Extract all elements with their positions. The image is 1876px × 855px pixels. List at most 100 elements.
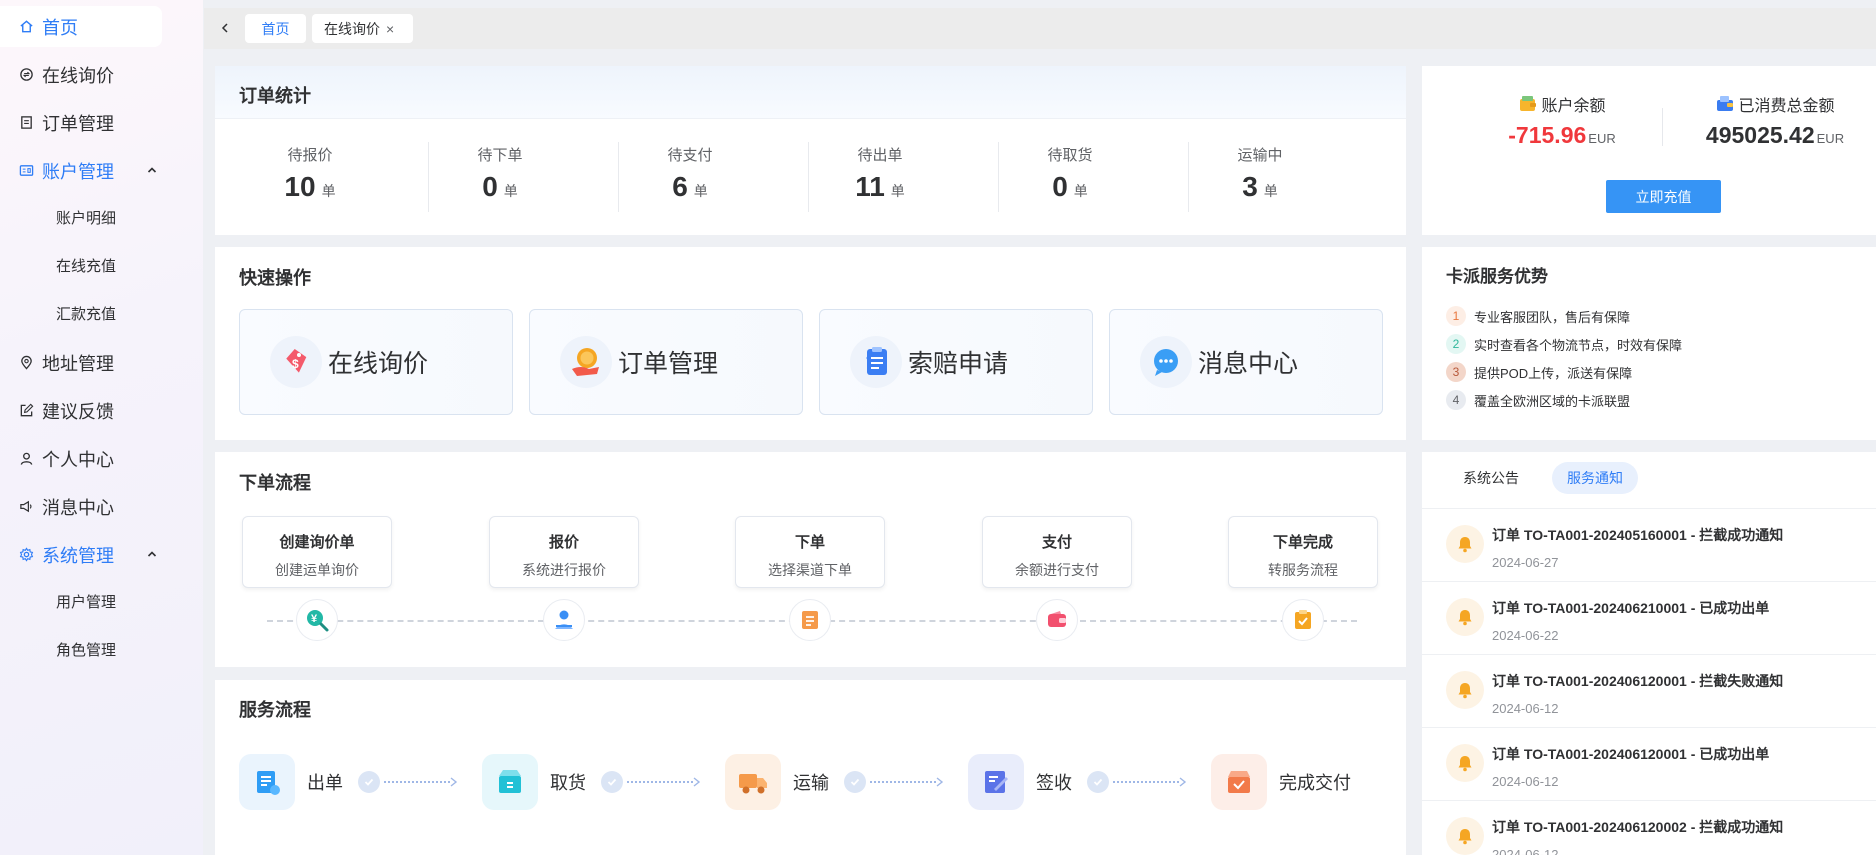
sidebar-item-personal-center[interactable]: 个人中心: [0, 438, 162, 479]
account-balance: 账户余额 -715.96 EUR: [1492, 92, 1632, 149]
quick-action-label: 索赔申请: [908, 350, 1009, 378]
notice-title: 订单 TO-TA001-202405160001 - 拦截成功通知: [1492, 527, 1784, 543]
order-stats-card: 订单统计 待报价 10 单 待下单 0单 待支付 6单 待出单 11 单 待取货 0…: [215, 66, 1406, 235]
bell-icon: [1446, 525, 1484, 563]
quick-action-label: 订单管理: [618, 350, 719, 378]
chat-bubble-icon: [1140, 336, 1192, 388]
benefit-item: 4 覆盖全欧洲区域的卡派联盟: [1446, 390, 1630, 410]
edit-icon: [18, 403, 34, 419]
stat-pending-payment[interactable]: 待支付 6单: [595, 144, 785, 203]
sidebar-item-label: 消息中心: [42, 497, 114, 518]
flow-step-subtitle: 创建运单询价: [275, 562, 359, 578]
notice-item[interactable]: 订单 TO-TA001-202406120001 - 拦截失败通知 2024-0…: [1422, 655, 1876, 728]
sidebar-item-system-management[interactable]: 系统管理: [0, 534, 162, 575]
sidebar-item-address-management[interactable]: 地址管理: [0, 342, 162, 383]
flow-step-payment: 支付 余额进行支付: [982, 516, 1132, 588]
service-benefits-card: 卡派服务优势 1 专业客服团队，售后有保障 2 实时查看各个物流节点，时效有保障…: [1422, 247, 1876, 440]
chevron-left-icon: [221, 23, 228, 33]
balance-value: -715.96: [1508, 122, 1587, 148]
check-icon: [601, 771, 623, 793]
back-button[interactable]: [216, 19, 234, 37]
tab-system-announcement[interactable]: 系统公告: [1446, 462, 1536, 494]
spent-label: 已消费总金额: [1738, 98, 1835, 115]
sidebar-item-order-management[interactable]: 订单管理: [0, 102, 162, 143]
flow-step-create-inquiry: 创建询价单 创建运单询价: [242, 516, 392, 588]
flow-step-place-order: 下单 选择渠道下单: [735, 516, 885, 588]
stat-pending-order[interactable]: 待下单 0单: [405, 144, 595, 203]
notice-item[interactable]: 订单 TO-TA001-202406210001 - 已成功出单 2024-06…: [1422, 582, 1876, 655]
quick-action-online-inquiry[interactable]: $ 在线询价: [239, 309, 513, 415]
flow-step-title: 支付: [1041, 534, 1072, 551]
stat-label: 待报价: [287, 147, 333, 164]
stat-in-transit[interactable]: 运输中 3单: [1165, 144, 1355, 203]
close-icon[interactable]: ×: [386, 21, 394, 37]
notice-date: 2024-06-12: [1492, 774, 1559, 789]
sidebar-item-account-management[interactable]: 账户管理: [0, 150, 162, 191]
divider: [1662, 108, 1663, 146]
quick-action-claim-application[interactable]: 索赔申请: [819, 309, 1093, 415]
stat-pending-pickup[interactable]: 待取货 0单: [975, 144, 1165, 203]
stat-unit: 单: [321, 183, 336, 199]
sidebar-item-message-center[interactable]: 消息中心: [0, 486, 162, 527]
sidebar-item-home[interactable]: 首页: [0, 6, 162, 47]
service-benefits-title: 卡派服务优势: [1446, 267, 1548, 286]
flow-step-subtitle: 转服务流程: [1268, 562, 1338, 578]
service-step-label: 运输: [793, 773, 829, 793]
notice-item[interactable]: 订单 TO-TA001-202405160001 - 拦截成功通知 2024-0…: [1422, 509, 1876, 582]
order-stats-title: 订单统计: [239, 86, 311, 106]
notice-title: 订单 TO-TA001-202406120001 - 拦截失败通知: [1492, 673, 1784, 689]
notice-card: 系统公告 服务通知 订单 TO-TA001-202405160001 - 拦截成…: [1422, 452, 1876, 855]
stat-pending-issue[interactable]: 待出单 11 单: [785, 144, 975, 203]
coin-hand-icon: [560, 336, 612, 388]
service-arrow: [358, 771, 458, 793]
sidebar-subitem-online-recharge[interactable]: 在线充值: [56, 255, 116, 279]
benefit-number: 2: [1446, 334, 1466, 354]
notice-item[interactable]: 订单 TO-TA001-202406120001 - 已成功出单 2024-06…: [1422, 728, 1876, 801]
gear-icon: [18, 547, 34, 563]
stat-value: 10: [284, 171, 316, 202]
checked-clipboard-icon: [1282, 599, 1324, 641]
bell-icon: [1446, 817, 1484, 855]
currency-exchange-icon: [18, 67, 34, 83]
sidebar-subitem-remittance-recharge[interactable]: 汇款充值: [56, 303, 116, 327]
quick-action-order-management[interactable]: 订单管理: [529, 309, 803, 415]
megaphone-icon: [18, 499, 34, 515]
stat-value: 11: [855, 171, 885, 202]
location-pin-icon: [18, 355, 34, 371]
notice-item[interactable]: 订单 TO-TA001-202406120002 - 拦截成功通知 2024-0…: [1422, 801, 1876, 855]
spent-currency: EUR: [1816, 131, 1845, 146]
tab-service-notice[interactable]: 服务通知: [1552, 462, 1638, 494]
quick-action-message-center[interactable]: 消息中心: [1109, 309, 1383, 415]
benefit-text: 实时查看各个物流节点，时效有保障: [1474, 337, 1683, 353]
benefit-item: 2 实时查看各个物流节点，时效有保障: [1446, 334, 1682, 354]
stat-pending-quote[interactable]: 待报价 10 单: [215, 144, 405, 203]
stat-unit: 单: [890, 183, 905, 199]
service-step-transport: 运输: [725, 754, 829, 810]
check-icon: [1087, 771, 1109, 793]
stat-value: 3: [1242, 171, 1258, 202]
sidebar: 首页 在线询价 订单管理 账户管理 账户明细 在线充值 汇款充值 地址管理 建议…: [0, 0, 203, 855]
quick-actions-card: 快速操作 $ 在线询价 订单管理 索赔申请 消息中心: [215, 247, 1406, 440]
sidebar-subitem-account-details[interactable]: 账户明细: [56, 207, 116, 231]
bell-icon: [1446, 598, 1484, 636]
balance-label: 账户余额: [1541, 98, 1606, 115]
sidebar-subitem-role-management[interactable]: 角色管理: [56, 639, 116, 663]
service-arrow: [1087, 771, 1187, 793]
tab-home[interactable]: 首页: [245, 14, 306, 43]
service-step-label: 出单: [307, 773, 343, 793]
sidebar-item-feedback[interactable]: 建议反馈: [0, 390, 162, 431]
sidebar-item-label: 在线询价: [42, 65, 114, 86]
flow-step-subtitle: 余额进行支付: [1015, 562, 1099, 578]
sidebar-item-online-inquiry[interactable]: 在线询价: [0, 54, 162, 95]
chevron-up-icon: [147, 167, 157, 173]
price-tag-icon: $: [270, 336, 322, 388]
tab-online-inquiry[interactable]: 在线询价 ×: [312, 14, 413, 43]
bell-icon: [1446, 671, 1484, 709]
service-arrow: [844, 771, 944, 793]
stat-unit: 单: [693, 183, 708, 199]
sidebar-subitem-user-management[interactable]: 用户管理: [56, 591, 116, 615]
stat-value: 6: [672, 171, 688, 202]
recharge-button[interactable]: 立即充值: [1606, 180, 1721, 213]
service-step-issue: 出单: [239, 754, 343, 810]
service-flow-card: 服务流程 出单 取货 运输 签收 完成交付: [215, 680, 1406, 855]
